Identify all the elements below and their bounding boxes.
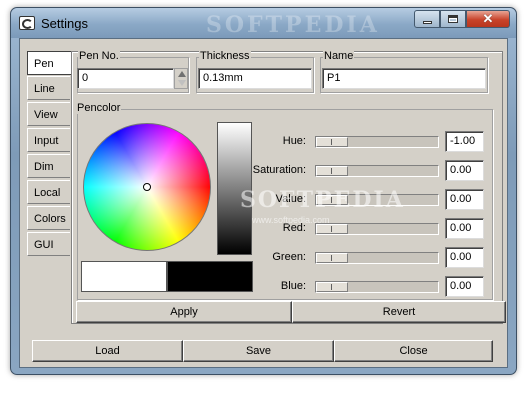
pen-settings-panel: Pen No. 0 Thickness 0.13mm Name P1 Penco… bbox=[71, 50, 503, 324]
green-value-input[interactable]: 0.00 bbox=[445, 247, 484, 268]
hue-value-input[interactable]: -1.00 bbox=[445, 131, 484, 152]
tab-input[interactable]: Input bbox=[27, 128, 70, 152]
tab-gui[interactable]: GUI bbox=[27, 232, 70, 256]
hue-slider-thumb[interactable] bbox=[316, 137, 348, 147]
minimize-icon bbox=[422, 20, 432, 24]
maximize-icon bbox=[448, 15, 458, 23]
tab-line[interactable]: Line bbox=[27, 76, 70, 100]
thickness-label: Thickness bbox=[199, 50, 251, 62]
hue-slider[interactable] bbox=[315, 136, 439, 148]
red-value-input[interactable]: 0.00 bbox=[445, 218, 484, 239]
spin-down-icon[interactable] bbox=[178, 80, 186, 86]
close-icon: ✕ bbox=[482, 11, 494, 26]
apply-button[interactable]: Apply bbox=[76, 301, 292, 323]
value-slider[interactable] bbox=[315, 194, 439, 206]
name-input[interactable]: P1 bbox=[322, 68, 486, 89]
thickness-input[interactable]: 0.13mm bbox=[198, 68, 312, 89]
spin-up-icon[interactable] bbox=[178, 71, 186, 77]
saturation-slider-thumb[interactable] bbox=[316, 166, 348, 176]
close-window-button[interactable]: ✕ bbox=[466, 10, 510, 28]
window-title: Settings bbox=[41, 16, 88, 31]
red-slider[interactable] bbox=[315, 223, 439, 235]
value-label: Value: bbox=[275, 193, 306, 205]
value-slider-thumb[interactable] bbox=[316, 195, 348, 205]
green-slider-thumb[interactable] bbox=[316, 253, 348, 263]
pen-no-spinner[interactable] bbox=[174, 68, 188, 89]
app-icon bbox=[19, 16, 35, 30]
tab-local[interactable]: Local bbox=[27, 180, 70, 204]
saturation-slider[interactable] bbox=[315, 165, 439, 177]
pen-no-input[interactable]: 0 bbox=[77, 68, 174, 89]
pen-no-label: Pen No. bbox=[78, 50, 120, 62]
settings-client-area: Pen Line View Input Dim Local Colors GUI… bbox=[19, 38, 508, 368]
saturation-label: Saturation: bbox=[252, 164, 306, 176]
blue-value-input[interactable]: 0.00 bbox=[445, 276, 484, 297]
minimize-button[interactable] bbox=[414, 10, 440, 28]
green-label: Green: bbox=[272, 251, 306, 263]
tab-view[interactable]: View bbox=[27, 102, 70, 126]
close-button[interactable]: Close bbox=[334, 340, 493, 362]
title-watermark: SOFTPEDIA bbox=[206, 12, 380, 38]
maximize-button[interactable] bbox=[440, 10, 466, 28]
hue-label: Hue: bbox=[282, 135, 306, 147]
revert-button[interactable]: Revert bbox=[292, 301, 506, 323]
load-button[interactable]: Load bbox=[32, 340, 183, 362]
original-color-swatch bbox=[81, 261, 167, 292]
title-bar[interactable]: Settings SOFTPEDIA ✕ bbox=[11, 8, 516, 38]
tab-colors[interactable]: Colors bbox=[27, 206, 70, 230]
save-button[interactable]: Save bbox=[183, 340, 334, 362]
new-color-swatch bbox=[167, 261, 253, 292]
pencolor-label: Pencolor bbox=[76, 102, 122, 114]
blue-slider[interactable] bbox=[315, 281, 439, 293]
red-label: Red: bbox=[282, 222, 306, 234]
tab-dim[interactable]: Dim bbox=[27, 154, 70, 178]
blue-slider-thumb[interactable] bbox=[316, 282, 348, 292]
value-value-input[interactable]: 0.00 bbox=[445, 189, 484, 210]
blue-label: Blue: bbox=[280, 280, 306, 292]
settings-window: Settings SOFTPEDIA ✕ Pen Line View Input… bbox=[10, 7, 517, 375]
tab-pen[interactable]: Pen bbox=[27, 51, 71, 75]
green-slider[interactable] bbox=[315, 252, 439, 264]
red-slider-thumb[interactable] bbox=[316, 224, 348, 234]
name-label: Name bbox=[323, 50, 355, 62]
saturation-value-input[interactable]: 0.00 bbox=[445, 160, 484, 181]
color-wheel-marker[interactable] bbox=[143, 183, 151, 191]
